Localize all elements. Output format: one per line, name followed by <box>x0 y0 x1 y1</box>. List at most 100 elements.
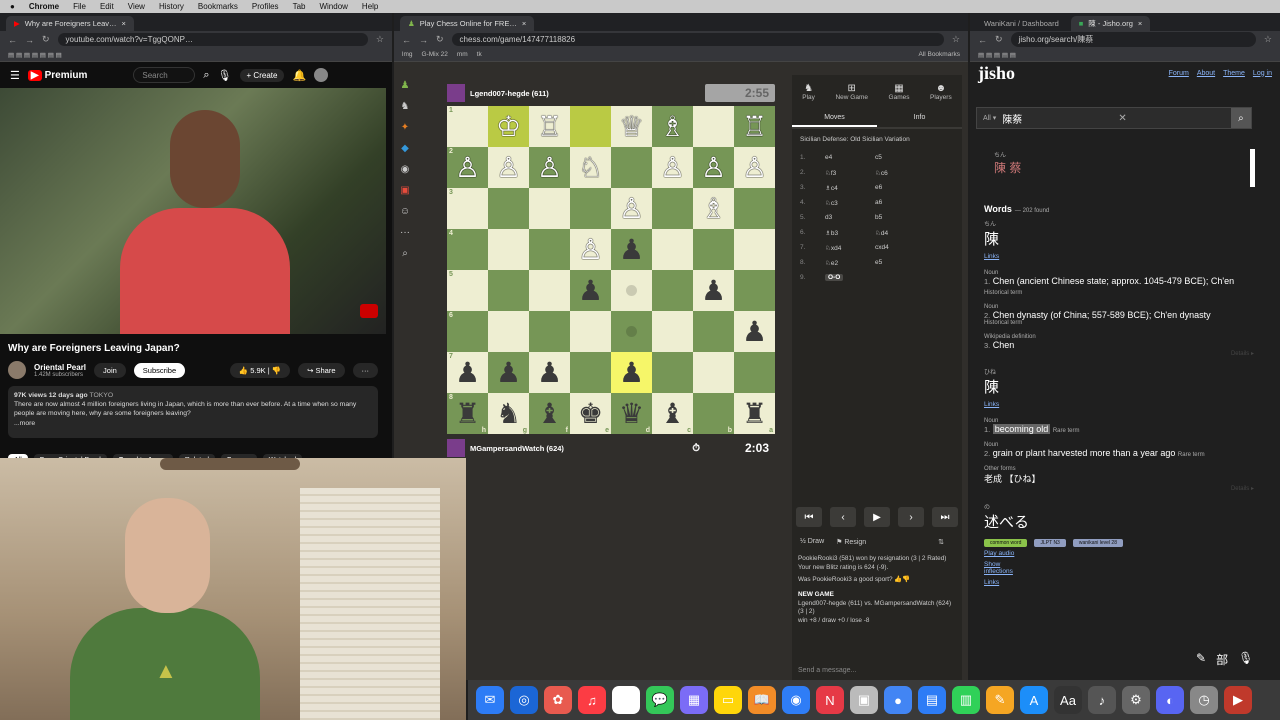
board-square[interactable] <box>734 352 775 393</box>
board-square[interactable]: 8 h ♜ <box>447 393 488 434</box>
more-actions-button[interactable]: ··· <box>352 362 378 378</box>
tab-players[interactable]: ☻ Players <box>930 83 952 101</box>
black-piece[interactable]: ♟ <box>619 235 644 264</box>
bookmark-mm[interactable]: mm <box>457 51 468 58</box>
opening-name[interactable]: Sicilian Defense: Old Sicilian Variation <box>792 129 962 150</box>
first-move-button[interactable]: ⏮ <box>796 507 822 527</box>
board-square[interactable]: 4 <box>447 229 488 270</box>
board-square[interactable] <box>570 352 611 393</box>
tab-chess[interactable]: ♟ Play Chess Online for FRE… × <box>400 16 535 31</box>
white-piece[interactable]: ♙ <box>619 194 644 223</box>
board-square[interactable] <box>652 311 693 352</box>
all-bookmarks[interactable]: All Bookmarks <box>918 51 960 58</box>
play-icon[interactable]: ♞ <box>401 101 410 112</box>
bottom-player-avatar[interactable] <box>447 439 465 457</box>
board-square[interactable] <box>693 352 734 393</box>
star-icon[interactable]: ☆ <box>376 34 384 45</box>
search-input[interactable]: 陳蔡 <box>1002 111 1022 126</box>
white-move[interactable]: d3 <box>825 214 832 221</box>
mic-icon[interactable]: 🎙 <box>218 69 232 82</box>
board-square[interactable]: ♙ <box>734 147 775 188</box>
menu-edit[interactable]: Edit <box>100 2 114 11</box>
kanji-result[interactable]: 陳 蔡 <box>994 159 1021 176</box>
thumbs-down-icon[interactable]: 👎 <box>272 366 281 375</box>
board-square[interactable] <box>652 352 693 393</box>
black-piece[interactable]: ♝ <box>537 399 562 428</box>
board-square[interactable]: ♙ <box>652 147 693 188</box>
draw-icon[interactable]: ✎ <box>1196 651 1206 668</box>
dock-app-icon[interactable]: ▥ <box>952 686 980 714</box>
reload-icon[interactable]: ↻ <box>42 34 50 45</box>
black-piece[interactable]: ♟ <box>496 358 521 387</box>
board-square[interactable]: ♟ <box>529 352 570 393</box>
dock-app-icon[interactable]: ✿ <box>544 686 572 714</box>
board-square[interactable] <box>488 229 529 270</box>
prev-move-button[interactable]: ‹ <box>830 507 856 527</box>
white-piece[interactable]: ♙ <box>455 153 480 182</box>
board-square[interactable] <box>734 188 775 229</box>
sense-text-selected[interactable]: becoming old <box>992 424 1051 434</box>
nav-login[interactable]: Log in <box>1253 70 1272 77</box>
resign-button[interactable]: ⚑ Resign <box>836 538 866 546</box>
legal-move-dot[interactable] <box>626 326 637 337</box>
white-piece[interactable]: ♘ <box>578 153 603 182</box>
search-input[interactable]: Search <box>133 67 196 83</box>
url-field[interactable]: youtube.com/watch?v=TggQONP… <box>57 33 368 46</box>
board-square[interactable]: ♙ <box>570 229 611 270</box>
show-inflections-link[interactable]: Show inflections <box>984 561 1024 575</box>
menu-window[interactable]: Window <box>319 2 347 11</box>
reload-icon[interactable]: ↻ <box>995 34 1003 45</box>
black-piece[interactable]: ♟ <box>578 276 603 305</box>
board-square[interactable] <box>488 270 529 311</box>
learn-icon[interactable]: ◆ <box>401 143 409 154</box>
dock-app-icon[interactable]: N <box>816 686 844 714</box>
dock-app-icon[interactable]: ☰ <box>612 686 640 714</box>
board-square[interactable] <box>529 270 570 311</box>
white-piece[interactable]: ♕ <box>619 112 644 141</box>
board-square[interactable]: ♘ <box>570 147 611 188</box>
board-square[interactable]: ♟ <box>611 229 652 270</box>
black-move[interactable]: ♘c6 <box>875 169 925 177</box>
dock-app-icon[interactable]: ◎ <box>510 686 538 714</box>
close-icon[interactable]: × <box>121 19 125 28</box>
reload-icon[interactable]: ↻ <box>436 34 444 45</box>
black-piece[interactable]: ♞ <box>496 399 521 428</box>
subscribe-button[interactable]: Subscribe <box>133 362 186 378</box>
white-piece[interactable]: ♙ <box>701 153 726 182</box>
legal-move-dot[interactable] <box>626 285 637 296</box>
nav-forum[interactable]: Forum <box>1169 70 1189 77</box>
channel-avatar[interactable] <box>8 361 26 379</box>
board-square[interactable]: f ♝ <box>529 393 570 434</box>
black-move[interactable]: cxd4 <box>875 244 925 251</box>
dock-app-icon[interactable]: ◉ <box>782 686 810 714</box>
star-icon[interactable]: ☆ <box>1264 34 1272 45</box>
dock-app-icon[interactable]: Aa <box>1054 686 1082 714</box>
white-move[interactable]: O-O <box>825 274 844 281</box>
bottom-player-name[interactable]: MGampersandWatch (624) <box>470 444 564 453</box>
board-square[interactable]: d ♛ <box>611 393 652 434</box>
entry-links[interactable]: Links <box>984 579 1254 586</box>
top-player-name[interactable]: Lgend007-hegde (611) <box>470 89 549 98</box>
forward-icon[interactable]: → <box>25 35 34 45</box>
white-piece[interactable]: ♗ <box>701 194 726 223</box>
board-square[interactable] <box>488 311 529 352</box>
white-piece[interactable]: ♙ <box>742 153 767 182</box>
voice-icon[interactable]: 🎙 <box>1238 651 1253 668</box>
board-square[interactable]: b <box>693 393 734 434</box>
board-square[interactable] <box>652 270 693 311</box>
tab-play[interactable]: ♞ Play <box>802 83 815 101</box>
board-square[interactable] <box>570 106 611 147</box>
menu-app-name[interactable]: Chrome <box>29 2 59 11</box>
black-move[interactable]: c5 <box>875 154 925 161</box>
nav-about[interactable]: About <box>1197 70 1215 77</box>
tab-jisho[interactable]: ■ 陳 - Jisho.org × <box>1070 16 1151 31</box>
board-square[interactable] <box>529 188 570 229</box>
board-square[interactable]: c ♝ <box>652 393 693 434</box>
board-square[interactable]: ♙ <box>529 147 570 188</box>
white-move[interactable]: ♘c3 <box>825 200 838 207</box>
board-square[interactable] <box>529 229 570 270</box>
last-move-button[interactable]: ⏭ <box>932 507 958 527</box>
search-icon[interactable]: ⌕ <box>402 248 408 259</box>
board-square[interactable]: ♖ <box>529 106 570 147</box>
white-piece[interactable]: ♖ <box>742 112 767 141</box>
